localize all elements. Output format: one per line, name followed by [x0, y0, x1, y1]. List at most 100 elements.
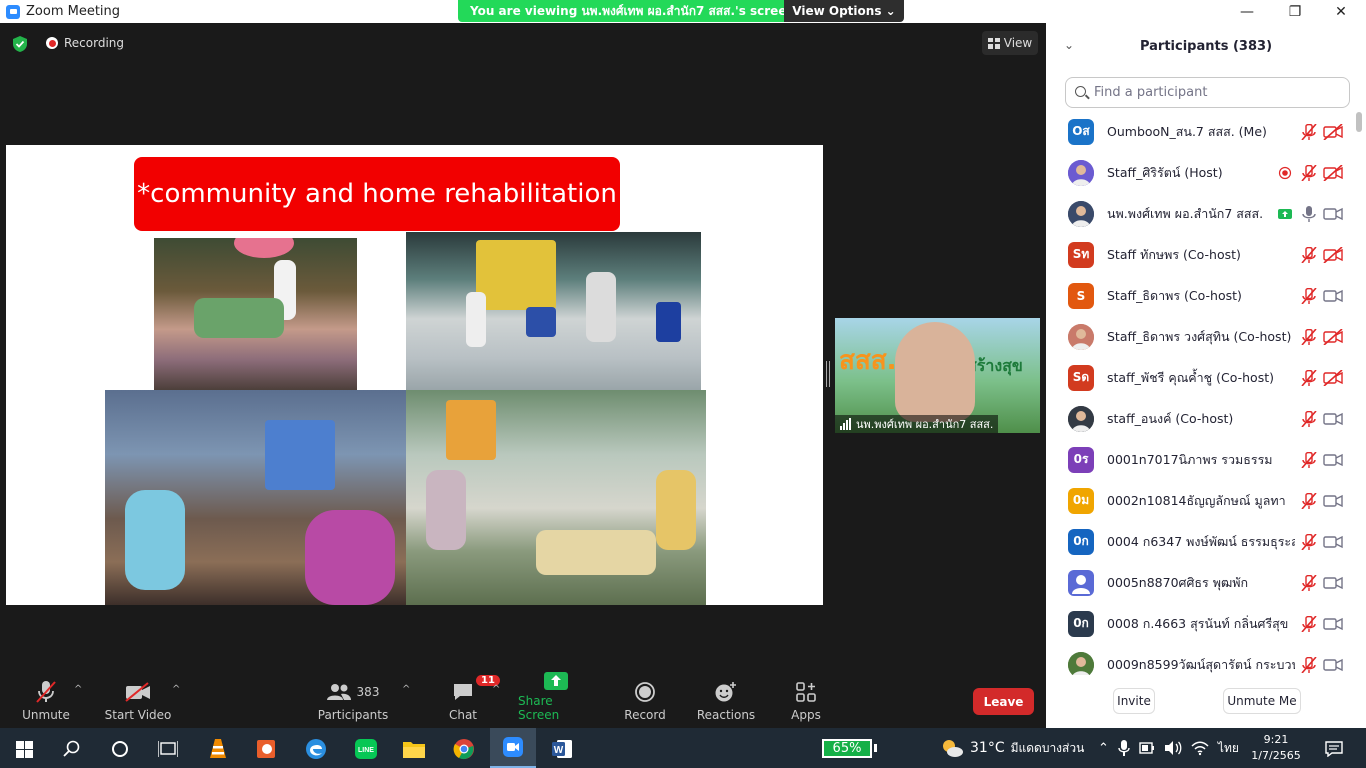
- weather-widget[interactable]: 31°C มีแดดบางส่วน: [940, 728, 1084, 768]
- view-options-button[interactable]: View Options ⌄: [784, 0, 904, 22]
- recording-indicator[interactable]: Recording: [46, 36, 124, 50]
- participant-row[interactable]: 0ร 0001n7017นิภาพร รวมธรรม: [1046, 439, 1366, 480]
- start-video-button[interactable]: Start Video: [104, 675, 172, 728]
- speaker-video-tile[interactable]: สสส. สร้างสุข นพ.พงศ์เทพ ผอ.สำนัก7 สสส.: [835, 318, 1040, 433]
- participant-row[interactable]: 0005n8870ศศิธร พุฒพัก: [1046, 562, 1366, 603]
- video-icon[interactable]: [1323, 411, 1343, 427]
- microphone-muted-icon[interactable]: [1299, 287, 1319, 304]
- participant-search-input[interactable]: Find a participant: [1065, 77, 1350, 108]
- participant-row[interactable]: 0ก 0008 ก.4663 สุรนันท์ กลิ่นศรีสุข: [1046, 603, 1366, 644]
- close-icon[interactable]: ✕: [1318, 0, 1364, 23]
- edge-icon[interactable]: [296, 733, 336, 765]
- participant-row[interactable]: 0009n8599วัฒน์สุดารัตน์ กระบวนรั...: [1046, 644, 1366, 675]
- participants-footer: Invite Unmute Me: [1046, 688, 1366, 714]
- task-view-icon[interactable]: [148, 733, 188, 765]
- participant-row[interactable]: Sด staff_พัชรี คุณค้ำชู (Co-host): [1046, 357, 1366, 398]
- participant-row[interactable]: Sท Staff ทักษพร (Co-host): [1046, 234, 1366, 275]
- chat-caret-icon[interactable]: ^: [492, 684, 500, 695]
- participant-row[interactable]: 0ก 0004 ก6347 พงษ์พัฒน์ ธรรมธุระสาร: [1046, 521, 1366, 562]
- taskbar-clock[interactable]: 9:21 1/7/2565: [1248, 730, 1304, 766]
- microphone-muted-icon[interactable]: [1299, 451, 1319, 468]
- microphone-muted-icon[interactable]: [1299, 492, 1319, 509]
- participant-row[interactable]: staff_อนงค์ (Co-host): [1046, 398, 1366, 439]
- tray-battery-icon[interactable]: [1139, 742, 1155, 754]
- video-icon[interactable]: [1323, 616, 1343, 632]
- tray-microphone-icon[interactable]: [1118, 739, 1130, 757]
- participant-row[interactable]: Oส OumbooN_สน.7 สสส. (Me): [1046, 111, 1366, 152]
- chrome-icon[interactable]: [444, 733, 484, 765]
- word-icon[interactable]: W: [542, 733, 582, 765]
- zoom-icon[interactable]: [490, 728, 536, 768]
- minimize-icon[interactable]: —: [1224, 0, 1270, 23]
- share-screen-button[interactable]: Share Screen: [518, 672, 594, 728]
- participants-label: Participants: [317, 708, 389, 722]
- input-language[interactable]: ไทย: [1218, 739, 1239, 758]
- video-off-icon[interactable]: [1323, 164, 1343, 181]
- video-off-icon[interactable]: [1323, 328, 1343, 345]
- participant-row[interactable]: Staff_ศิริรัตน์ (Host): [1046, 152, 1366, 193]
- video-icon[interactable]: [1323, 493, 1343, 509]
- vlc-icon[interactable]: [198, 733, 238, 765]
- video-off-icon[interactable]: [1323, 123, 1343, 140]
- participants-list: Oส OumbooN_สน.7 สสส. (Me) Staff_ศิริรัตน์ …: [1046, 111, 1366, 675]
- video-options-caret-icon[interactable]: ^: [172, 684, 180, 695]
- participants-button[interactable]: 383 Participants: [318, 675, 388, 728]
- window-title: Zoom Meeting: [26, 4, 121, 19]
- unmute-me-button[interactable]: Unmute Me: [1223, 688, 1301, 714]
- cortana-icon[interactable]: [100, 733, 140, 765]
- microphone-muted-icon[interactable]: [1299, 574, 1319, 591]
- participant-row[interactable]: 0ม 0002n10814ธัญญลักษณ์ มูลทา: [1046, 480, 1366, 521]
- start-icon[interactable]: [4, 733, 44, 765]
- volume-icon[interactable]: [1164, 740, 1182, 756]
- video-icon[interactable]: [1323, 657, 1343, 673]
- video-icon[interactable]: [1323, 206, 1343, 222]
- video-off-icon[interactable]: [1323, 246, 1343, 263]
- participant-row[interactable]: นพ.พงศ์เทพ ผอ.สำนัก7 สสส.: [1046, 193, 1366, 234]
- unmute-button[interactable]: Unmute: [18, 675, 74, 728]
- video-off-icon[interactable]: [1323, 369, 1343, 386]
- record-button[interactable]: Record: [622, 675, 668, 728]
- restore-icon[interactable]: ❐: [1272, 0, 1318, 23]
- video-icon[interactable]: [1323, 452, 1343, 468]
- participant-avatar: 0ก: [1068, 610, 1094, 637]
- microphone-muted-icon[interactable]: [1299, 615, 1319, 632]
- tray-expand-chevron-icon[interactable]: ⌃: [1098, 741, 1109, 756]
- audio-options-caret-icon[interactable]: ^: [74, 684, 82, 695]
- leave-button[interactable]: Leave: [973, 688, 1034, 715]
- office-icon[interactable]: [246, 733, 286, 765]
- invite-button[interactable]: Invite: [1113, 688, 1155, 714]
- chat-button[interactable]: 11 Chat: [442, 675, 500, 728]
- microphone-icon[interactable]: [1299, 205, 1319, 222]
- clock-date: 1/7/2565: [1251, 749, 1301, 762]
- collapse-chevron-icon[interactable]: ⌄: [1064, 38, 1074, 52]
- search-icon[interactable]: [52, 733, 92, 765]
- microphone-muted-icon[interactable]: [1299, 246, 1319, 263]
- encryption-shield-icon[interactable]: [12, 35, 28, 53]
- microphone-muted-icon[interactable]: [1299, 533, 1319, 550]
- microphone-muted-icon[interactable]: [1299, 164, 1319, 181]
- file-explorer-icon[interactable]: [394, 733, 434, 765]
- scrollbar-thumb[interactable]: [1356, 112, 1362, 132]
- video-icon[interactable]: [1323, 534, 1343, 550]
- microphone-muted-icon[interactable]: [1299, 656, 1319, 673]
- reactions-button[interactable]: Reactions: [696, 675, 756, 728]
- participants-caret-icon[interactable]: ^: [402, 684, 410, 695]
- recording-icon: [46, 37, 58, 49]
- notifications-icon[interactable]: [1314, 733, 1354, 765]
- microphone-muted-icon[interactable]: [1299, 410, 1319, 427]
- wifi-icon[interactable]: [1191, 740, 1209, 756]
- participants-scrollbar[interactable]: [1356, 112, 1362, 672]
- microphone-muted-icon[interactable]: [1299, 123, 1319, 140]
- video-icon[interactable]: [1323, 575, 1343, 591]
- battery-indicator[interactable]: 65%: [822, 739, 872, 758]
- participant-name: 0002n10814ธัญญลักษณ์ มูลทา: [1107, 492, 1286, 508]
- video-icon[interactable]: [1323, 288, 1343, 304]
- split-resize-handle[interactable]: [826, 361, 830, 387]
- microphone-muted-icon[interactable]: [1299, 369, 1319, 386]
- view-button[interactable]: View: [982, 31, 1038, 55]
- microphone-muted-icon[interactable]: [1299, 328, 1319, 345]
- participant-row[interactable]: S Staff_ธิดาพร (Co-host): [1046, 275, 1366, 316]
- participant-row[interactable]: Staff_ธิดาพร วงศ์สุทิน (Co-host): [1046, 316, 1366, 357]
- apps-button[interactable]: Apps: [786, 675, 826, 728]
- line-icon[interactable]: LINE: [346, 733, 386, 765]
